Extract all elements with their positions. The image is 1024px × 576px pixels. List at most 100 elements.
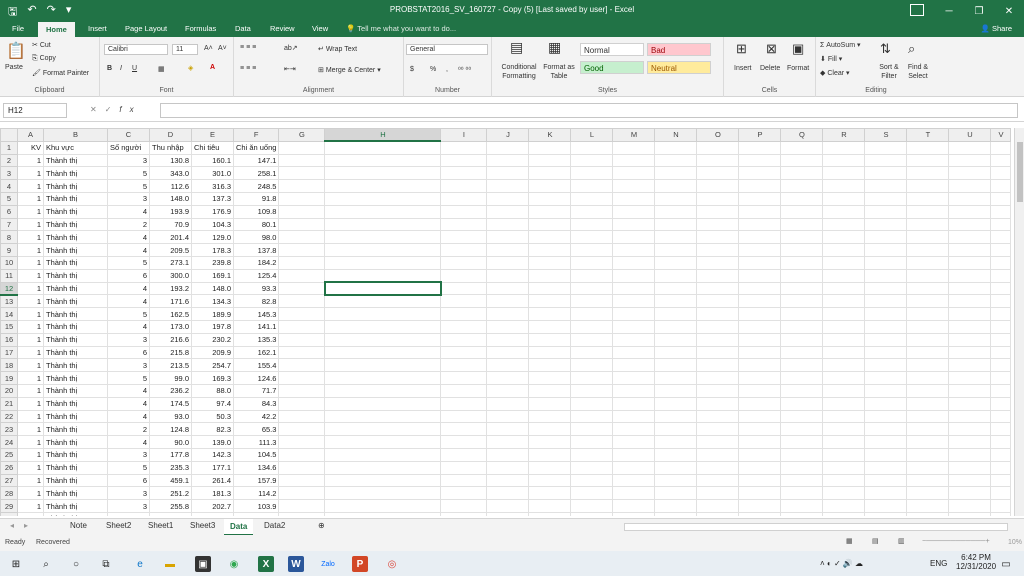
cell[interactable] xyxy=(486,473,530,488)
cell[interactable]: 2 xyxy=(107,422,150,437)
cell[interactable] xyxy=(486,217,530,232)
cell[interactable] xyxy=(822,204,866,219)
cell[interactable]: 177.8 xyxy=(149,447,192,462)
cell[interactable]: 4 xyxy=(107,281,150,296)
store-icon[interactable]: ▣ xyxy=(195,556,211,572)
cell[interactable] xyxy=(864,499,908,513)
cell[interactable]: 1 xyxy=(17,358,44,373)
cell[interactable] xyxy=(906,191,950,206)
cell[interactable] xyxy=(654,486,698,501)
cell[interactable] xyxy=(948,371,992,385)
cell[interactable]: 1 xyxy=(17,435,44,449)
cell[interactable] xyxy=(654,319,698,334)
sheet-tab-data2[interactable]: Data2 xyxy=(258,521,291,530)
cell[interactable]: 177.1 xyxy=(191,460,234,475)
borders-icon[interactable]: ▦ xyxy=(158,65,165,73)
cell[interactable]: 1 xyxy=(17,499,44,513)
cell[interactable] xyxy=(612,486,656,501)
cell[interactable]: 137.8 xyxy=(232,243,280,257)
column-title-cell[interactable]: Chi tiêu xyxy=(191,140,234,155)
cell[interactable]: 1 xyxy=(17,204,44,219)
cell[interactable] xyxy=(278,179,326,193)
cell[interactable] xyxy=(440,473,488,488)
cell[interactable] xyxy=(440,460,488,475)
style-normal[interactable]: Normal xyxy=(580,43,644,56)
spreadsheet-grid[interactable]: ABCDEFGHIJKLMNOPQRSTUV 1 KV Khu vực Số ngườ… xyxy=(0,128,1014,516)
cell[interactable] xyxy=(278,511,326,516)
cell[interactable] xyxy=(948,473,992,488)
language-indicator[interactable]: ENG xyxy=(930,559,947,568)
cell[interactable]: 142.3 xyxy=(191,447,234,462)
cell[interactable] xyxy=(486,191,530,206)
cell[interactable]: 82.8 xyxy=(232,294,280,309)
cell[interactable] xyxy=(570,499,614,513)
scroll-thumb[interactable] xyxy=(1017,142,1023,202)
cell[interactable] xyxy=(612,217,656,232)
column-header-h[interactable]: H xyxy=(324,128,442,143)
cell[interactable] xyxy=(864,294,908,309)
cell[interactable] xyxy=(822,166,866,181)
cell[interactable] xyxy=(990,179,1012,193)
cell[interactable] xyxy=(324,307,442,321)
row-header[interactable]: 12 xyxy=(0,281,18,296)
cell[interactable]: 1 xyxy=(17,345,44,360)
tab-data[interactable]: Data xyxy=(235,24,251,33)
column-title-cell[interactable] xyxy=(822,140,866,155)
cell[interactable] xyxy=(822,179,866,193)
cancel-icon[interactable]: ✕ xyxy=(90,105,105,114)
underline-button[interactable]: U xyxy=(132,65,137,72)
cell[interactable] xyxy=(864,166,908,181)
cortana-icon[interactable]: ○ xyxy=(68,556,84,572)
cell[interactable]: 169.3 xyxy=(191,371,234,385)
cell[interactable] xyxy=(864,511,908,516)
cell[interactable] xyxy=(948,422,992,437)
cell[interactable] xyxy=(528,435,572,449)
cell[interactable]: 114.2 xyxy=(232,486,280,501)
cell[interactable] xyxy=(654,358,698,373)
cell[interactable] xyxy=(780,371,824,385)
cell[interactable] xyxy=(738,243,782,257)
cell[interactable]: 193.9 xyxy=(149,204,192,219)
cell[interactable] xyxy=(990,473,1012,488)
row-header[interactable]: 9 xyxy=(0,243,18,257)
cell[interactable] xyxy=(822,499,866,513)
column-header-a[interactable]: A xyxy=(17,128,44,142)
sort-filter-button[interactable]: Sort & Filter xyxy=(876,63,902,81)
cell[interactable] xyxy=(990,409,1012,424)
cell[interactable] xyxy=(906,230,950,245)
cell[interactable]: 98.0 xyxy=(232,230,280,245)
cell[interactable] xyxy=(780,511,824,516)
cell[interactable] xyxy=(324,511,442,516)
cell[interactable] xyxy=(990,230,1012,245)
cell[interactable] xyxy=(948,511,992,516)
cell[interactable]: 261.4 xyxy=(191,473,234,488)
cell[interactable] xyxy=(948,332,992,347)
cell[interactable] xyxy=(440,179,488,193)
cell[interactable] xyxy=(738,217,782,232)
row-header[interactable]: 26 xyxy=(0,460,18,475)
cell[interactable]: 316.3 xyxy=(191,179,234,193)
cell[interactable]: 1 xyxy=(17,191,44,206)
cell[interactable] xyxy=(570,307,614,321)
cell[interactable] xyxy=(864,243,908,257)
cell[interactable] xyxy=(440,447,488,462)
cell[interactable] xyxy=(486,153,530,168)
cell[interactable] xyxy=(696,255,740,270)
cell[interactable] xyxy=(324,230,442,245)
row-header[interactable]: 13 xyxy=(0,294,18,309)
column-title-cell[interactable] xyxy=(486,140,530,155)
cell[interactable]: 135.3 xyxy=(232,332,280,347)
cell[interactable]: 3 xyxy=(107,511,150,516)
cell[interactable] xyxy=(948,243,992,257)
cell[interactable] xyxy=(486,447,530,462)
search-icon[interactable]: ⌕ xyxy=(38,556,54,572)
cell[interactable]: 1 xyxy=(17,371,44,385)
cell[interactable] xyxy=(528,179,572,193)
cell[interactable] xyxy=(906,281,950,296)
cell[interactable] xyxy=(278,486,326,501)
cell[interactable] xyxy=(654,383,698,398)
cell[interactable]: 5 xyxy=(107,371,150,385)
cell[interactable] xyxy=(906,268,950,283)
cell[interactable] xyxy=(822,281,866,296)
cell[interactable]: 3 xyxy=(107,153,150,168)
